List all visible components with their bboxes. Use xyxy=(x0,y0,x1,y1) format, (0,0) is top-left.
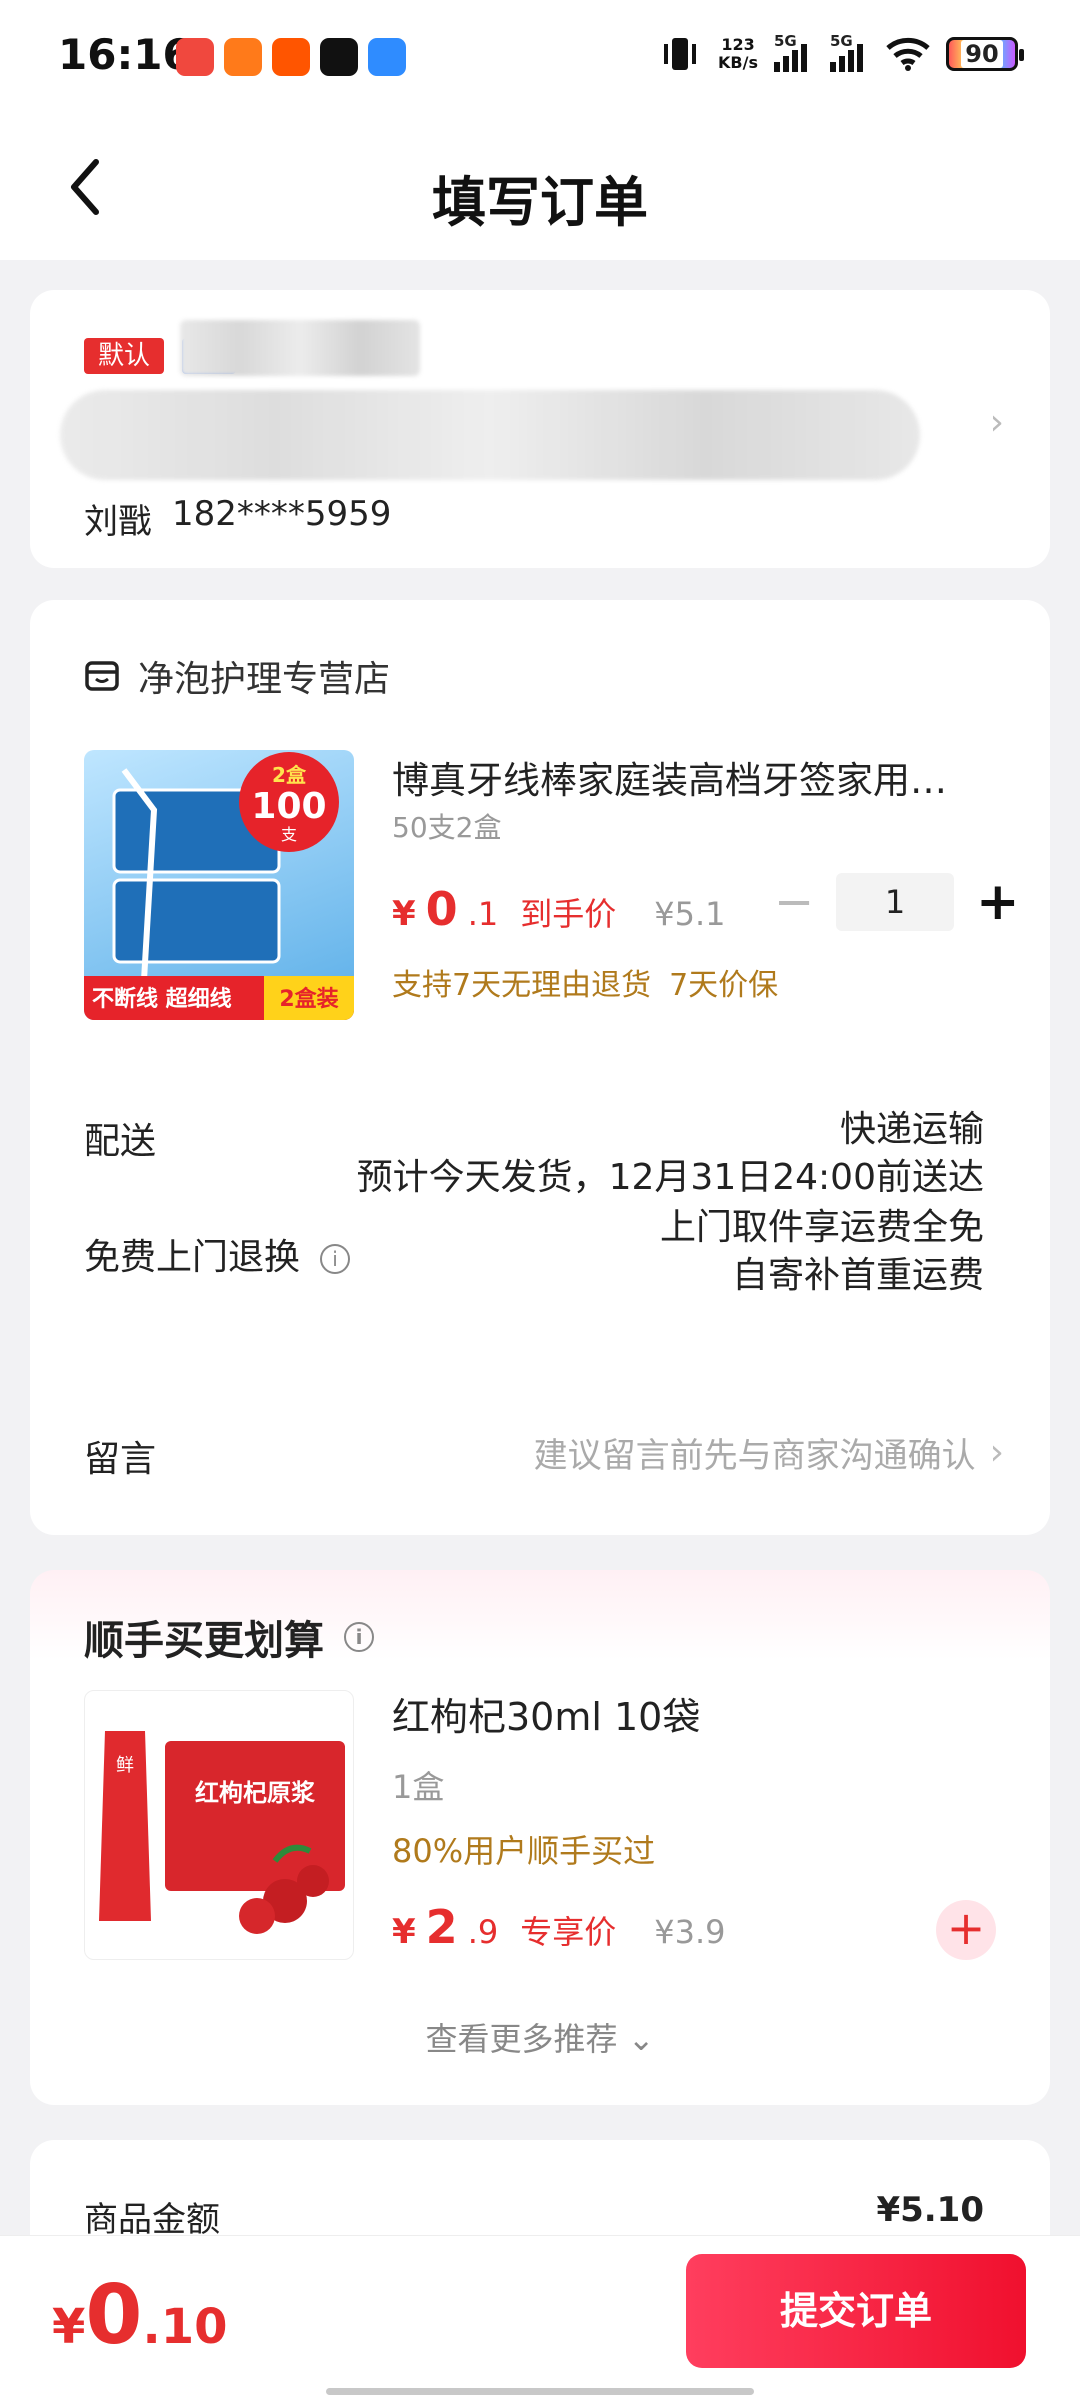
page-title: 填写订单 xyxy=(432,171,648,234)
message-input[interactable]: 建议留言前先与商家沟通确认 › xyxy=(534,1428,1004,1477)
recipient-name: 刘戬 xyxy=(84,502,152,542)
product-price: ¥0.1 到手价 ¥5.1 xyxy=(392,882,726,936)
decrease-button[interactable]: − xyxy=(774,874,814,930)
signal-icon-sim2: 5G xyxy=(830,32,870,72)
page-header: 填写订单 xyxy=(0,120,1080,260)
app-icon-5 xyxy=(368,38,406,76)
store-row[interactable]: 净泡护理专营店 xyxy=(84,650,390,702)
product-title[interactable]: 博真牙线棒家庭装高档牙签家用… xyxy=(392,750,1002,804)
net-speed: 123 KB/s xyxy=(718,35,758,72)
wifi-icon xyxy=(886,37,930,71)
delivery-method: 快递运输 xyxy=(839,1109,984,1150)
more-recommendations-button[interactable]: 查看更多推荐 ⌄ xyxy=(30,2014,1050,2060)
goji-juice-illustration: 红枸杞原浆 鲜 xyxy=(99,1731,345,1934)
address-card[interactable]: 默认 家 › 刘戬 182****5959 xyxy=(30,290,1050,568)
total-price: ¥0.10 xyxy=(52,2268,228,2363)
box-text: 红枸杞原浆 xyxy=(195,1779,316,1807)
bottom-bar: ¥0.10 提交订单 xyxy=(0,2235,1080,2400)
product-image[interactable]: 2盒 100 支 不断线 超细线 2盒装 xyxy=(84,750,354,1020)
goods-amount-label: 商品金额 xyxy=(84,2200,220,2240)
badge-unit-text: 支 xyxy=(281,825,297,844)
message-label: 留言 xyxy=(84,1439,157,1480)
price-dec: .1 xyxy=(467,895,499,933)
recommendation-card: 顺手买更划算 i 红枸杞原浆 鲜 红枸杞30ml 10袋 1盒 80%用户顺手买过… xyxy=(30,1570,1050,2105)
recommend-name[interactable]: 红枸杞30ml 10袋 xyxy=(392,1686,700,1741)
store-icon xyxy=(85,661,119,691)
chevron-down-icon: ⌄ xyxy=(627,2020,655,2058)
return-label: 免费上门退换 xyxy=(84,1237,301,1278)
info-icon[interactable]: i xyxy=(320,1244,351,1274)
app-icon-4 xyxy=(320,38,358,76)
chevron-right-icon: › xyxy=(989,402,1004,443)
bottle-text: 鲜 xyxy=(116,1755,134,1776)
home-indicator[interactable] xyxy=(326,2388,754,2395)
badge-top-text: 2盒 xyxy=(272,763,307,787)
add-to-order-button[interactable]: + xyxy=(936,1900,996,1960)
status-right: 123 KB/s 5G 5G 90 xyxy=(658,32,1024,74)
address-detail-redacted xyxy=(60,390,920,480)
return-label-row: 免费上门退换 i xyxy=(84,1228,351,1280)
info-icon[interactable]: i xyxy=(344,1622,374,1652)
recommend-product-image[interactable]: 红枸杞原浆 鲜 xyxy=(84,1690,354,1960)
guarantee-info: 支持7天无理由退货 7天价保 xyxy=(392,968,779,1003)
signal-icon-sim1: 5G xyxy=(774,32,814,72)
default-tag: 默认 xyxy=(84,338,165,374)
battery-icon: 90 xyxy=(946,37,1024,71)
price-int: 0 xyxy=(425,882,458,936)
return-info: 上门取件享运费全免 自寄补首重运费 xyxy=(659,1207,984,1296)
vibrate-icon xyxy=(664,38,697,70)
delivery-info[interactable]: 快递运输 预计今天发货，12月31日24:00前送达 xyxy=(357,1106,984,1202)
quantity-stepper: − 1 + xyxy=(774,872,1020,932)
order-card: 净泡护理专营店 2盒 100 支 不断线 超细线 2盒装 博真牙线棒家庭装高档牙… xyxy=(30,600,1050,1535)
recommend-spec: 1盒 xyxy=(392,1768,445,1806)
recipient-phone: 182****5959 xyxy=(172,494,392,534)
notification-icons xyxy=(176,38,406,76)
product-spec: 50支2盒 xyxy=(392,811,502,844)
app-icon-2 xyxy=(224,38,262,76)
chevron-right-icon: › xyxy=(989,1432,1004,1473)
increase-button[interactable]: + xyxy=(976,872,1020,932)
recommend-stat: 80%用户顺手买过 xyxy=(392,1832,656,1870)
taobao-icon xyxy=(272,38,310,76)
status-bar: 16:16 123 KB/s 5G 5G 90 xyxy=(0,0,1080,120)
original-price: ¥5.1 xyxy=(654,895,726,933)
delivery-label: 配送 xyxy=(84,1121,157,1162)
app-icon-1 xyxy=(176,38,214,76)
submit-order-button[interactable]: 提交订单 xyxy=(686,2254,1026,2368)
banner-text-2: 2盒装 xyxy=(279,986,338,1012)
badge-number-text: 100 xyxy=(251,786,326,827)
delivery-eta: 预计今天发货，12月31日24:00前送达 xyxy=(356,1157,984,1198)
price-label: 到手价 xyxy=(520,895,617,933)
goods-amount-value: ¥5.10 xyxy=(876,2190,984,2230)
status-time: 16:16 xyxy=(58,30,192,79)
store-name: 净泡护理专营店 xyxy=(138,659,391,700)
recommend-price: ¥2.9 专享价 ¥3.9 xyxy=(392,1900,726,1954)
recommendation-title: 顺手买更划算 i xyxy=(84,1608,374,1666)
contact-info: 刘戬 182****5959 xyxy=(84,494,391,543)
banner-text-1: 不断线 超细线 xyxy=(92,986,232,1012)
floss-pack-illustration: 2盒 100 支 不断线 超细线 2盒装 xyxy=(84,752,354,1020)
address-region-redacted xyxy=(180,320,420,376)
quantity-input[interactable]: 1 xyxy=(836,873,954,931)
